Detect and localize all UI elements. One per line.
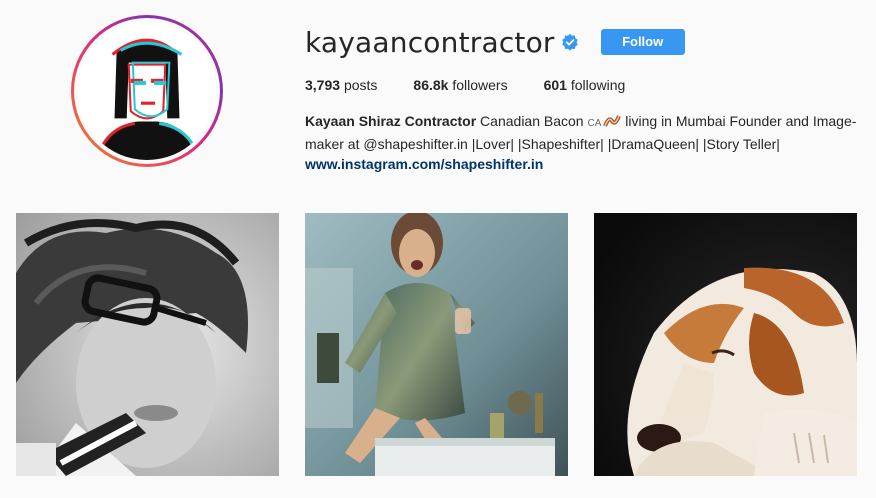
post-thumbnail-1[interactable] <box>16 213 279 476</box>
followers-stat[interactable]: 86.8k followers <box>413 77 507 93</box>
username: kayaancontractor <box>305 25 555 59</box>
profile-stats: 3,793 posts 86.8k followers 601 followin… <box>305 77 865 93</box>
post-thumbnail-2[interactable] <box>305 213 568 476</box>
posts-stat: 3,793 posts <box>305 77 377 93</box>
post-image-bw-portrait <box>16 213 279 476</box>
following-label: following <box>570 77 626 93</box>
bio-website-link[interactable]: www.instagram.com/shapeshifter.in <box>305 154 860 174</box>
flag-ca-icon: CA <box>587 118 602 129</box>
post-image-puppy <box>594 213 857 476</box>
follow-button[interactable]: Follow <box>600 29 685 55</box>
post-image-woman-dress <box>305 213 568 476</box>
posts-count: 3,793 <box>305 77 341 93</box>
bio-text-1b: living in Mumbai Founder and Image- <box>621 113 857 129</box>
followers-label: followers <box>452 77 508 93</box>
profile-bio: Kayaan Shiraz Contractor Canadian Bacon … <box>305 111 860 174</box>
full-name: Kayaan Shiraz Contractor <box>305 113 477 129</box>
bio-text-2: maker at @shapeshifter.in |Lover| |Shape… <box>305 136 780 152</box>
title-row: kayaancontractor Follow <box>305 22 865 62</box>
following-stat[interactable]: 601 following <box>544 77 626 93</box>
profile-info: kayaancontractor Follow 3,793 posts 86.8… <box>305 22 865 174</box>
verified-badge-icon <box>561 33 578 51</box>
followers-count: 86.8k <box>413 77 449 93</box>
bio-text-1: Canadian Bacon <box>476 113 588 129</box>
bacon-emoji-icon <box>603 115 622 127</box>
following-count: 601 <box>543 77 567 93</box>
profile-header: kayaancontractor Follow 3,793 posts 86.8… <box>0 0 876 200</box>
posts-label: posts <box>343 77 378 93</box>
avatar-illustration <box>78 22 216 160</box>
profile-avatar[interactable] <box>71 15 223 167</box>
post-thumbnail-3[interactable] <box>594 213 857 476</box>
